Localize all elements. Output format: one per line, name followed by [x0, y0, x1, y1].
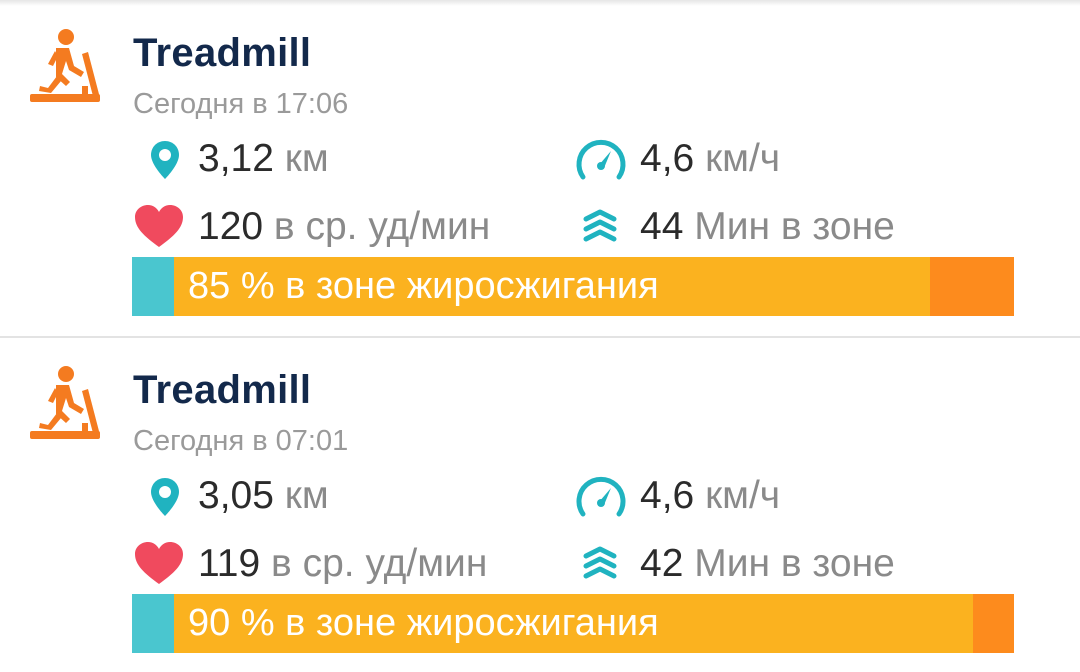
location-pin-icon	[151, 141, 179, 179]
heart-rate-unit: в ср. уд/мин	[271, 542, 488, 585]
zone-summary: 85 % в зоне жиросжигания	[188, 265, 659, 307]
heart-rate-stat: 120 в ср. уд/мин	[198, 202, 490, 252]
speedometer-icon	[576, 476, 626, 517]
heart-icon	[135, 205, 183, 247]
distance-value: 3,05	[198, 474, 274, 517]
heart-rate-value: 119	[198, 542, 261, 585]
activity-time: Сегодня в 07:01	[133, 425, 349, 457]
zone-waves-icon	[583, 209, 617, 242]
zone-minutes-value: 42	[640, 542, 684, 585]
zone-minutes-stat: 44 Мин в зоне	[640, 202, 895, 252]
activity-title: Treadmill	[133, 368, 312, 412]
heart-rate-stat: 119 в ср. уд/мин	[198, 539, 487, 589]
location-pin-icon	[151, 478, 179, 516]
speed-stat: 4,6 км/ч	[640, 471, 780, 521]
zone-segment-low	[132, 594, 174, 653]
zone-segment-low	[132, 257, 174, 316]
treadmill-icon	[30, 29, 100, 102]
zone-waves-icon	[583, 546, 617, 579]
activity-time: Сегодня в 17:06	[133, 88, 349, 120]
speedometer-icon	[576, 139, 626, 180]
zone-segment-peak	[930, 257, 1014, 316]
activity-title: Treadmill	[133, 31, 312, 75]
treadmill-icon	[30, 366, 100, 439]
heart-zone-bar: 90 % в зоне жиросжигания	[132, 594, 1014, 653]
speed-value: 4,6	[640, 137, 695, 180]
speed-stat: 4,6 км/ч	[640, 134, 780, 184]
zone-minutes-unit: Мин в зоне	[694, 205, 895, 248]
distance-value: 3,12	[198, 137, 274, 180]
speed-unit: км/ч	[705, 137, 781, 180]
heart-zone-bar: 85 % в зоне жиросжигания	[132, 257, 1014, 316]
distance-unit: км	[284, 474, 329, 517]
zone-minutes-stat: 42 Мин в зоне	[640, 539, 895, 589]
activity-card[interactable]: Treadmill Сегодня в 07:01 3,05 км 4,6 км…	[0, 337, 1080, 672]
zone-summary: 90 % в зоне жиросжигания	[188, 602, 659, 644]
zone-segment-peak	[973, 594, 1014, 653]
distance-stat: 3,12 км	[198, 134, 329, 184]
heart-rate-value: 120	[198, 205, 264, 248]
zone-minutes-value: 44	[640, 205, 684, 248]
speed-unit: км/ч	[705, 474, 781, 517]
distance-stat: 3,05 км	[198, 471, 329, 521]
heart-icon	[135, 542, 183, 584]
activity-card[interactable]: Treadmill Сегодня в 17:06 3,12 км 4,6 км…	[0, 0, 1080, 335]
distance-unit: км	[284, 137, 329, 180]
heart-rate-unit: в ср. уд/мин	[273, 205, 491, 248]
zone-minutes-unit: Мин в зоне	[694, 542, 895, 585]
speed-value: 4,6	[640, 474, 695, 517]
